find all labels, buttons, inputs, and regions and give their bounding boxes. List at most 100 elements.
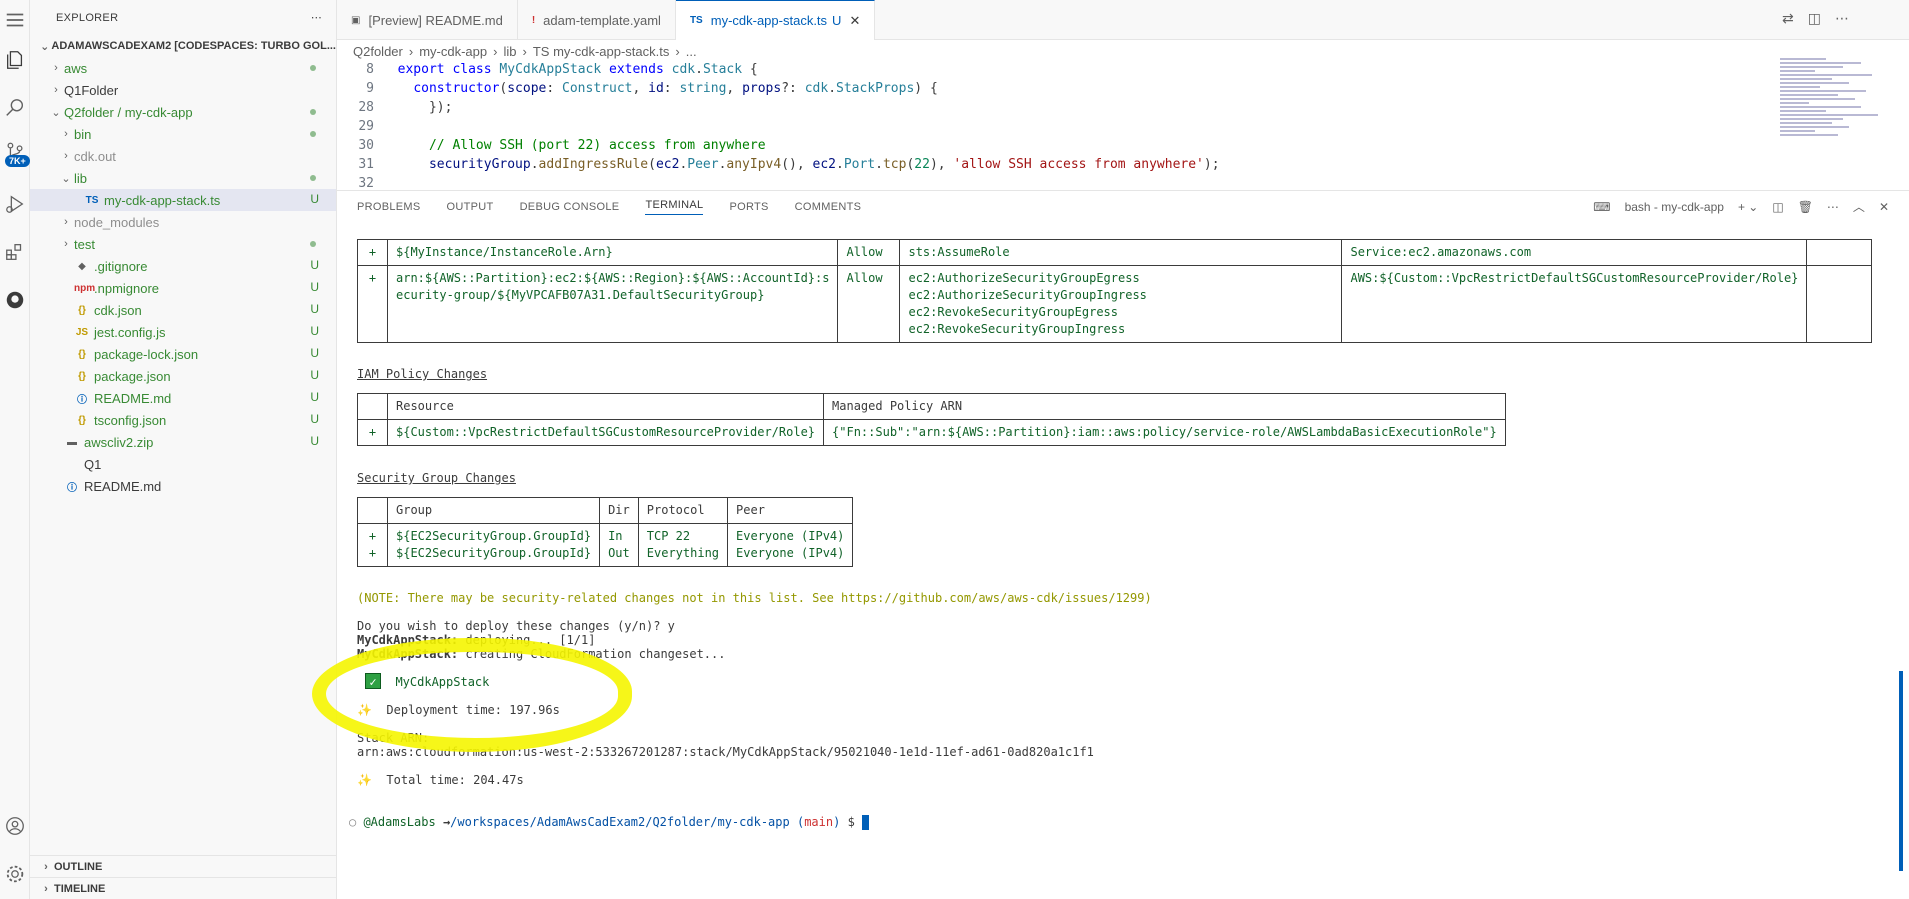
tab-readme-preview[interactable]: ▣ [Preview] README.md (337, 0, 518, 40)
compare-icon[interactable]: ⇄ (1782, 10, 1794, 27)
tree-item[interactable]: › aws (30, 57, 336, 79)
tree-item[interactable]: {} cdk.json U (30, 299, 336, 321)
principal-cell: Service:ec2.amazonaws.com (1341, 239, 1808, 266)
code-line[interactable]: 8 export class MyCdkAppStack extends cdk… (337, 60, 1777, 79)
breadcrumb-item[interactable]: lib (503, 44, 516, 59)
tree-item[interactable]: npm .npmignore U (30, 277, 336, 299)
tree-item[interactable]: {} tsconfig.json U (30, 409, 336, 431)
panel-actions: ⌨ bash - my-cdk-app + ⌄ ◫ 🗑 ⋯ ︿ ✕ (1593, 198, 1889, 215)
breadcrumb-item[interactable]: TS my-cdk-app-stack.ts (533, 44, 670, 59)
terminal-scrollbar[interactable] (1899, 671, 1903, 871)
trash-icon[interactable]: 🗑 (1798, 200, 1813, 214)
breadcrumb-item[interactable]: Q2folder (353, 44, 403, 59)
effect-cell: Allow (837, 265, 901, 343)
prompt-user: @AdamsLabs (363, 815, 436, 829)
tab-ports[interactable]: PORTS (729, 201, 768, 213)
run-debug-icon[interactable] (3, 192, 27, 216)
terminal-name[interactable]: bash - my-cdk-app (1625, 200, 1724, 214)
close-panel-icon[interactable]: ✕ (1879, 200, 1889, 214)
breadcrumb-item[interactable]: my-cdk-app (419, 44, 487, 59)
maximize-panel-icon[interactable]: ︿ (1853, 198, 1865, 215)
tree-item[interactable]: ⓘ README.md (30, 475, 336, 497)
extensions-icon[interactable] (3, 240, 27, 264)
timeline-label: TIMELINE (54, 882, 106, 895)
account-icon[interactable] (3, 814, 27, 838)
tree-item[interactable]: › Q1Folder (30, 79, 336, 101)
tree-item-label: cdk.json (94, 302, 142, 318)
tab-debug-console[interactable]: DEBUG CONSOLE (520, 201, 620, 213)
tree-item[interactable]: TS my-cdk-app-stack.ts U (30, 189, 336, 211)
chevron-down-icon: ⌄ (40, 40, 50, 53)
breadcrumb-item[interactable]: ... (686, 44, 697, 59)
code-editor[interactable]: 8 export class MyCdkAppStack extends cdk… (337, 60, 1777, 193)
tab-output[interactable]: OUTPUT (447, 201, 494, 213)
code-token: 22 (914, 157, 930, 172)
zip-icon: ▬ (67, 436, 77, 448)
tree-item[interactable]: › cdk.out (30, 145, 336, 167)
tree-item-label: package.json (94, 368, 171, 384)
timeline-section[interactable]: › TIMELINE (30, 877, 336, 899)
tree-item[interactable]: Q1 (30, 453, 336, 475)
tree-item-label: README.md (94, 390, 172, 406)
split-editor-icon[interactable]: ◫ (1808, 10, 1821, 27)
tree-item[interactable]: JS jest.config.js U (30, 321, 336, 343)
peer-cell: Everyone (IPv4) Everyone (IPv4) (727, 523, 854, 567)
github-icon[interactable] (3, 288, 27, 312)
tree-item[interactable]: › test (30, 233, 336, 255)
shell-prompt[interactable]: ○ @AdamsLabs →/workspaces/AdamAwsCadExam… (349, 815, 870, 830)
tab-problems[interactable]: PROBLEMS (357, 201, 421, 213)
sign-cell: + (357, 239, 388, 266)
tab-comments[interactable]: COMMENTS (795, 201, 862, 213)
search-icon[interactable] (3, 96, 27, 120)
untracked-status: U (310, 390, 319, 404)
split-terminal-icon[interactable]: ◫ (1772, 200, 1783, 214)
code-token: ); (1203, 157, 1220, 172)
gear-icon[interactable] (3, 862, 27, 886)
tree-item[interactable]: ⓘ README.md U (30, 387, 336, 409)
code-token: extends (609, 62, 672, 77)
new-terminal-icon[interactable]: + ⌄ (1738, 200, 1758, 214)
deploy-prompt: Do you wish to deploy these changes (y/n… (357, 619, 675, 633)
total-time-line: ✨ Total time: 204.47s (357, 773, 524, 787)
close-icon[interactable]: ✕ (849, 13, 860, 29)
code-token: tcp (882, 157, 907, 172)
code-token: cdk (671, 62, 696, 77)
tab-my-cdk-app-stack[interactable]: TS my-cdk-app-stack.ts U ✕ (675, 0, 876, 40)
tree-item-label: test (74, 236, 95, 252)
code-line[interactable]: 28 }); (337, 98, 1777, 117)
tree-item[interactable]: ◆ .gitignore U (30, 255, 336, 277)
column-header: Dir (599, 497, 639, 524)
tree-item[interactable]: ▬ awscliv2.zip U (30, 431, 336, 453)
code-token: id (648, 81, 664, 96)
tab-adam-template[interactable]: ! adam-template.yaml (518, 0, 676, 40)
code-line[interactable]: 30 // Allow SSH (port 22) access from an… (337, 136, 1777, 155)
tree-item[interactable]: › node_modules (30, 211, 336, 233)
column-header: Protocol (637, 497, 729, 524)
code-line[interactable]: 29 (337, 117, 1777, 136)
resource-cell: ${Custom::VpcRestrictDefaultSGCustomReso… (386, 419, 825, 446)
minimap[interactable] (1780, 58, 1895, 178)
more-actions-icon[interactable]: ⋯ (311, 11, 322, 24)
code-token: ), (929, 157, 954, 172)
more-actions-icon[interactable]: ⋯ (1827, 200, 1839, 214)
tree-item[interactable]: › bin (30, 123, 336, 145)
code-token: props (742, 81, 782, 96)
outline-section[interactable]: › OUTLINE (30, 855, 336, 877)
column-header: Peer (727, 497, 854, 524)
menu-icon[interactable] (3, 8, 27, 32)
explorer-icon[interactable] (3, 48, 27, 72)
editor-actions: ⇄ ◫ ⋯ (1782, 10, 1849, 27)
total-time: Total time: 204.47s (386, 773, 524, 787)
more-actions-icon[interactable]: ⋯ (1835, 10, 1849, 27)
tree-item[interactable]: ⌄ Q2folder / my-cdk-app (30, 101, 336, 123)
code-line[interactable]: 9 constructor(scope: Construct, id: stri… (337, 79, 1777, 98)
workspace-root[interactable]: ⌄ ADAMAWSCADEXAM2 [CODESPACES: TURBO GOL… (30, 35, 336, 57)
tree-item[interactable]: {} package.json U (30, 365, 336, 387)
tree-item[interactable]: {} package-lock.json U (30, 343, 336, 365)
chevron-right-icon: › (64, 150, 68, 162)
tab-terminal[interactable]: TERMINAL (645, 199, 704, 215)
code-line[interactable]: 31 securityGroup. addIngressRule(ec2. Peer… (337, 155, 1777, 174)
tree-item[interactable]: ⌄ lib (30, 167, 336, 189)
tree-item-label: aws (64, 60, 88, 76)
